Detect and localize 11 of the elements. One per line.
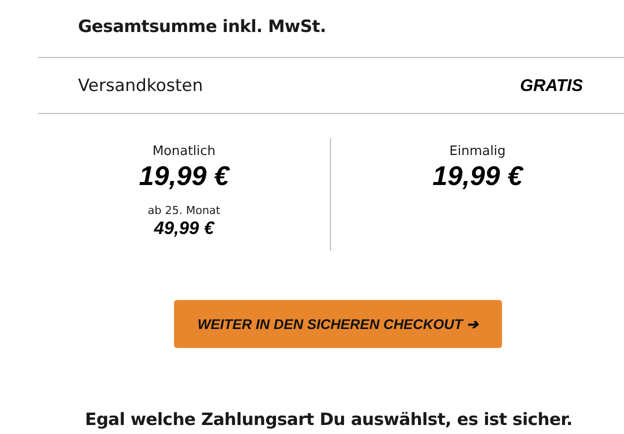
checkout-button[interactable]: WEITER IN DEN SICHEREN CHECKOUT ➔ [174,300,502,348]
security-note: Egal welche Zahlungsart Du auswählst, es ist sicher. [85,410,572,430]
price-label: Monatlich [152,144,216,159]
price-amount: 19,99 € [138,161,230,192]
total-heading: Gesamtsumme inkl. MwSt. [78,16,326,36]
price-label: Einmalig [449,144,506,159]
shipping-label: Versandkosten [78,76,203,96]
shipping-value: GRATIS [520,76,583,96]
later-price-label: ab 25. Monat [148,204,220,217]
later-price-amount: 49,99 € [154,218,214,239]
price-amount: 19,99 € [432,161,523,192]
